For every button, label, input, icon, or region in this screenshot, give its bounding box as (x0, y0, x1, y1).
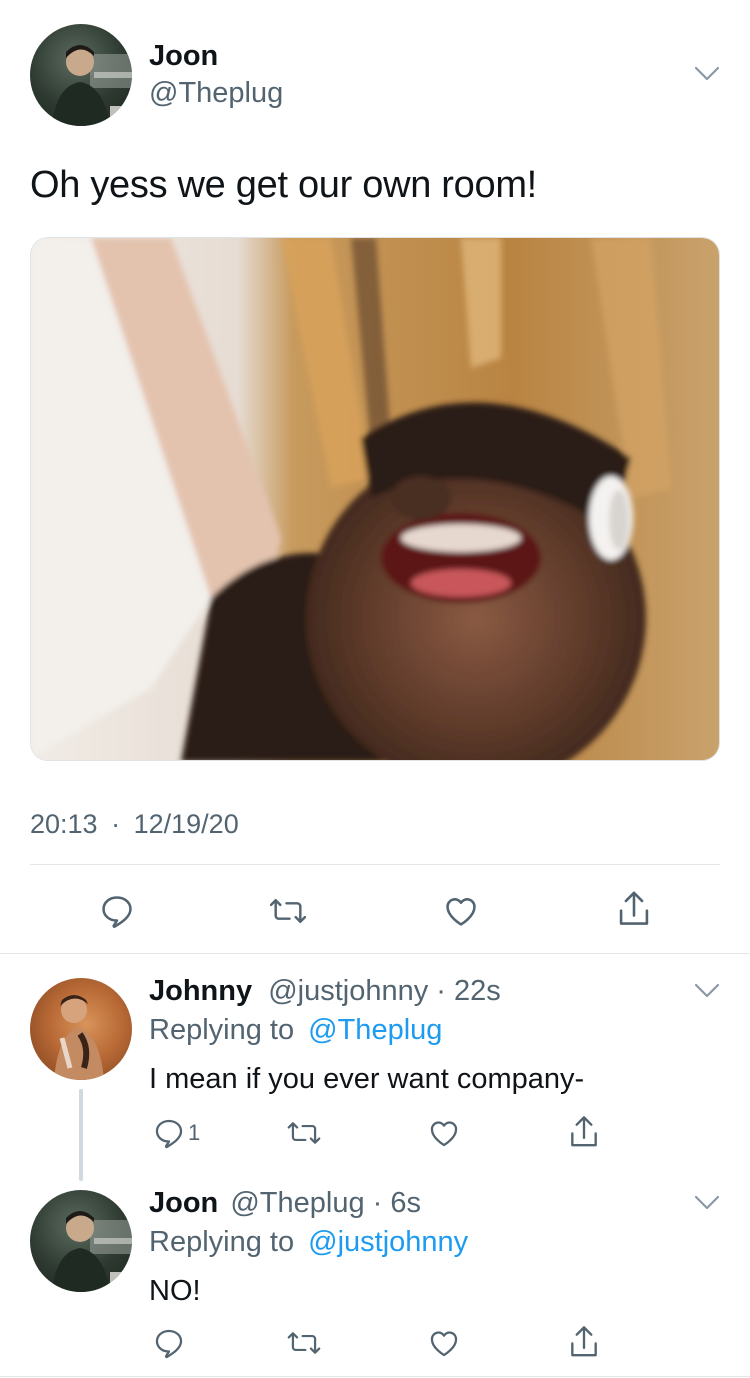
retweet-icon (287, 1122, 321, 1144)
reply-2-share-button[interactable] (566, 1323, 602, 1361)
like-button[interactable] (441, 892, 481, 930)
share-icon (571, 1116, 597, 1147)
thread-line (79, 1089, 83, 1181)
reply-1-author-name[interactable]: Johnny (149, 975, 252, 1007)
bottom-divider (0, 1376, 750, 1377)
reply-2-retweet-button[interactable] (286, 1326, 322, 1360)
like-icon (430, 1121, 458, 1147)
reply-2-header: Joon @Theplug · 6s (149, 1187, 421, 1220)
reply-2-replying-to-link[interactable]: @justjohnny (308, 1226, 468, 1258)
tweet-media-image[interactable] (30, 237, 720, 761)
like-icon (446, 898, 476, 926)
tweet-timestamp[interactable]: 20:13 · 12/19/20 (30, 809, 239, 840)
reply-1-text: I mean if you ever want company- (149, 1063, 585, 1095)
avatar-johnny-image (54, 995, 104, 1080)
share-button[interactable] (614, 888, 654, 930)
reply-1-retweet-button[interactable] (286, 1116, 322, 1150)
tweet-date: 12/19/20 (133, 809, 239, 839)
main-author-handle[interactable]: @Theplug (149, 77, 283, 110)
reply-2-age[interactable]: 6s (390, 1187, 421, 1219)
retweet-icon (269, 899, 307, 924)
reply-1-dot: · (428, 975, 454, 1007)
reply-icon (102, 896, 132, 928)
avatar-joon-reply-image (52, 1211, 132, 1292)
reply-2-author-handle[interactable]: @Theplug (230, 1187, 364, 1219)
main-tweet-text: Oh yess we get our own room! (30, 164, 537, 206)
retweet-icon (287, 1332, 321, 1354)
reply-1-reply-button[interactable]: 1 (152, 1116, 200, 1150)
tweet-time: 20:13 (30, 809, 98, 839)
share-icon (619, 891, 649, 925)
reply-2-reply-button[interactable] (152, 1326, 186, 1360)
reply-2-author-name[interactable]: Joon (149, 1187, 218, 1219)
main-author-name[interactable]: Joon (149, 40, 218, 73)
divider (30, 864, 720, 865)
reply-1-author-handle[interactable]: @justjohnny (268, 975, 428, 1007)
avatar-johnny[interactable] (30, 978, 132, 1080)
reply-button[interactable] (98, 892, 136, 930)
reply-1-share-button[interactable] (566, 1113, 602, 1151)
reply-1-reply-count: 1 (188, 1120, 201, 1145)
section-divider (0, 953, 750, 954)
reply-2-replying-line: Replying to @justjohnny (149, 1226, 468, 1259)
reply-1-like-button[interactable] (426, 1116, 462, 1150)
reply-1-replying-prefix: Replying to (149, 1014, 295, 1046)
avatar-joon-image (52, 45, 132, 126)
reply-2-like-button[interactable] (426, 1326, 462, 1360)
reply-1-replying-to-link[interactable]: @Theplug (308, 1014, 442, 1046)
reply-icon (155, 1119, 183, 1149)
reply-1-age[interactable]: 22s (454, 975, 501, 1007)
reply-2-dot: · (364, 1187, 391, 1219)
reply-icon (155, 1329, 183, 1359)
avatar-joon[interactable] (30, 24, 132, 126)
avatar-joon-reply[interactable] (30, 1190, 132, 1292)
chevron-down-icon[interactable] (694, 1195, 720, 1211)
crying-meme-image (31, 238, 719, 760)
retweet-button[interactable] (268, 892, 308, 930)
chevron-down-icon[interactable] (694, 983, 720, 999)
reply-2-replying-prefix: Replying to (149, 1226, 295, 1258)
reply-1-replying-line: Replying to @Theplug (149, 1014, 442, 1047)
reply-1-header: Johnny @justjohnny · 22s (149, 975, 501, 1008)
reply-2-text: NO! (149, 1275, 201, 1307)
like-icon (430, 1331, 458, 1357)
share-icon (571, 1326, 597, 1357)
chevron-down-icon[interactable] (694, 66, 720, 82)
timestamp-separator: · (111, 809, 121, 839)
